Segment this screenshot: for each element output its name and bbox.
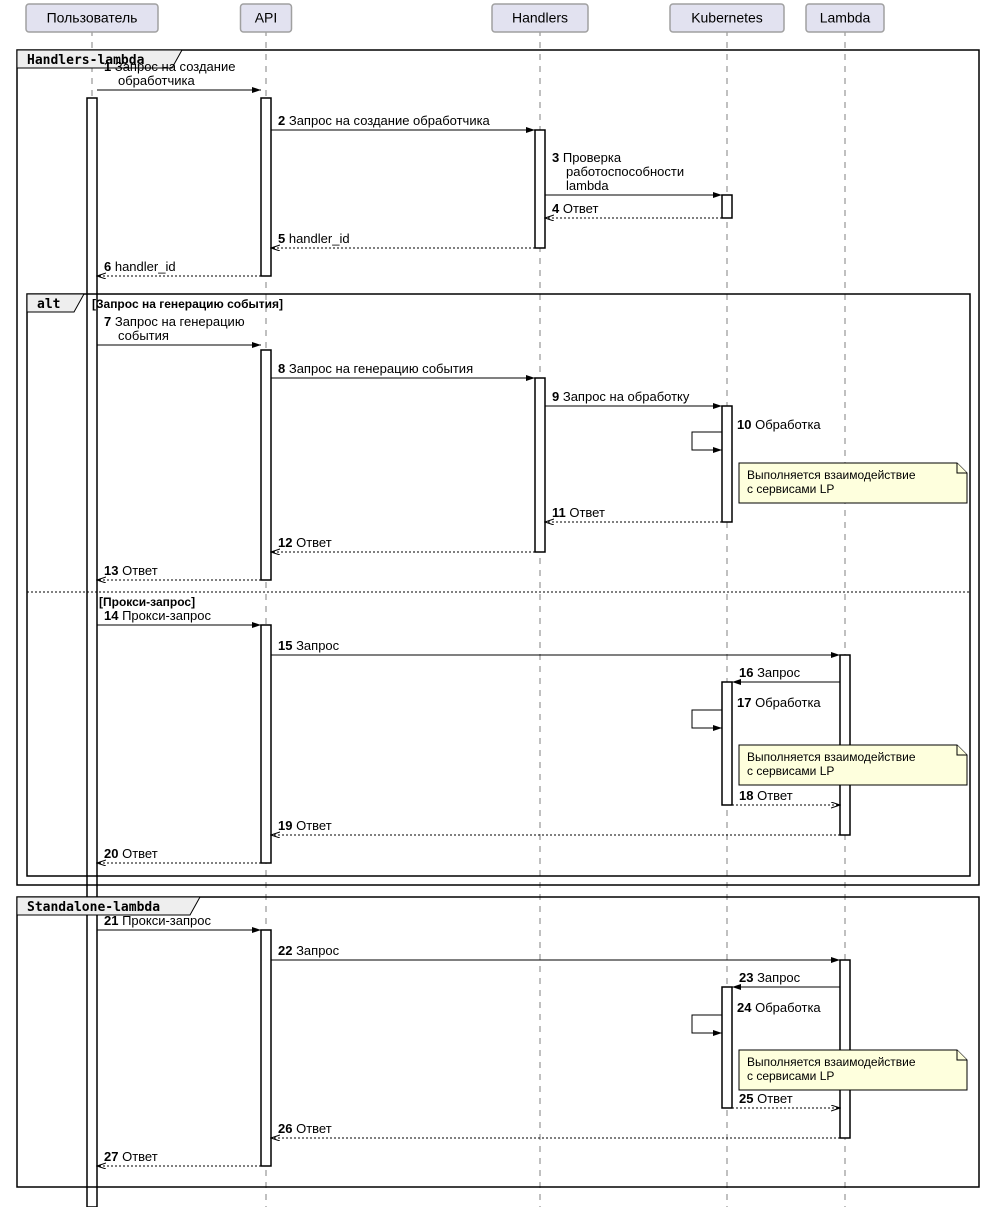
message-label-27: 27 Ответ: [104, 1149, 158, 1164]
group-Standalone-lambda: [17, 897, 979, 1187]
alt-condition: [Прокси-запрос]: [99, 595, 195, 609]
message-label-16: 16 Запрос: [739, 665, 801, 680]
message-label-23: 23 Запрос: [739, 970, 801, 985]
message-label-15: 15 Запрос: [278, 638, 340, 653]
message-label-9: 9 Запрос на обработку: [552, 389, 690, 404]
activation-api: [261, 930, 271, 1166]
note-text: Выполняется взаимодействие: [747, 750, 916, 764]
message-label-26: 26 Ответ: [278, 1121, 332, 1136]
note-text: с сервисами LP: [747, 1069, 834, 1083]
message-label-12: 12 Ответ: [278, 535, 332, 550]
activation-handlers: [535, 130, 545, 248]
note-text: с сервисами LP: [747, 764, 834, 778]
activation-kubernetes: [722, 987, 732, 1108]
message-label-14: 14 Прокси-запрос: [104, 608, 211, 623]
message-label-18: 18 Ответ: [739, 788, 793, 803]
activation-lambda: [840, 960, 850, 1138]
alt-condition: [Запрос на генерацию события]: [92, 297, 283, 311]
activation-handlers: [535, 378, 545, 552]
message-label-25: 25 Ответ: [739, 1091, 793, 1106]
group-label: alt: [37, 297, 60, 312]
participant-label-handlers: Handlers: [512, 10, 568, 26]
message-label-4: 4 Ответ: [552, 201, 598, 216]
message-label-11: 11 Ответ: [552, 505, 605, 520]
message-24: [692, 1015, 722, 1033]
message-label-21: 21 Прокси-запрос: [104, 913, 211, 928]
activation-kubernetes: [722, 682, 732, 805]
message-label-24: 24 Обработка: [737, 1000, 821, 1015]
message-label-8: 8 Запрос на генерацию события: [278, 361, 473, 376]
message-10: [692, 432, 722, 450]
message-label-20: 20 Ответ: [104, 846, 158, 861]
sequence-diagram: Handlers-lambdaalt[Запрос на генерацию с…: [0, 0, 995, 1207]
message-label-3: 3 Проверкаработоспособностиlambda: [552, 150, 684, 193]
message-label-10: 10 Обработка: [737, 417, 821, 432]
message-label-5: 5 handler_id: [278, 231, 350, 246]
group-alt: [27, 294, 970, 876]
message-label-19: 19 Ответ: [278, 818, 332, 833]
message-label-22: 22 Запрос: [278, 943, 340, 958]
message-label-2: 2 Запрос на создание обработчика: [278, 113, 491, 128]
participant-label-lambda: Lambda: [820, 10, 871, 26]
note-text: с сервисами LP: [747, 482, 834, 496]
message-label-7: 7 Запрос на генерациюсобытия: [104, 314, 245, 343]
activation-kubernetes: [722, 195, 732, 218]
participant-label-api: API: [255, 10, 278, 26]
message-17: [692, 710, 722, 728]
activation-api: [261, 98, 271, 276]
message-label-17: 17 Обработка: [737, 695, 821, 710]
message-label-6: 6 handler_id: [104, 259, 176, 274]
note-text: Выполняется взаимодействие: [747, 1055, 916, 1069]
message-label-1: 1 Запрос на созданиеобработчика: [104, 59, 235, 88]
activation-api: [261, 350, 271, 580]
message-label-13: 13 Ответ: [104, 563, 158, 578]
participant-label-kubernetes: Kubernetes: [691, 10, 763, 26]
note-text: Выполняется взаимодействие: [747, 468, 916, 482]
activation-user: [87, 98, 97, 1207]
activation-api: [261, 625, 271, 863]
participant-label-user: Пользователь: [47, 10, 138, 26]
activation-kubernetes: [722, 406, 732, 522]
